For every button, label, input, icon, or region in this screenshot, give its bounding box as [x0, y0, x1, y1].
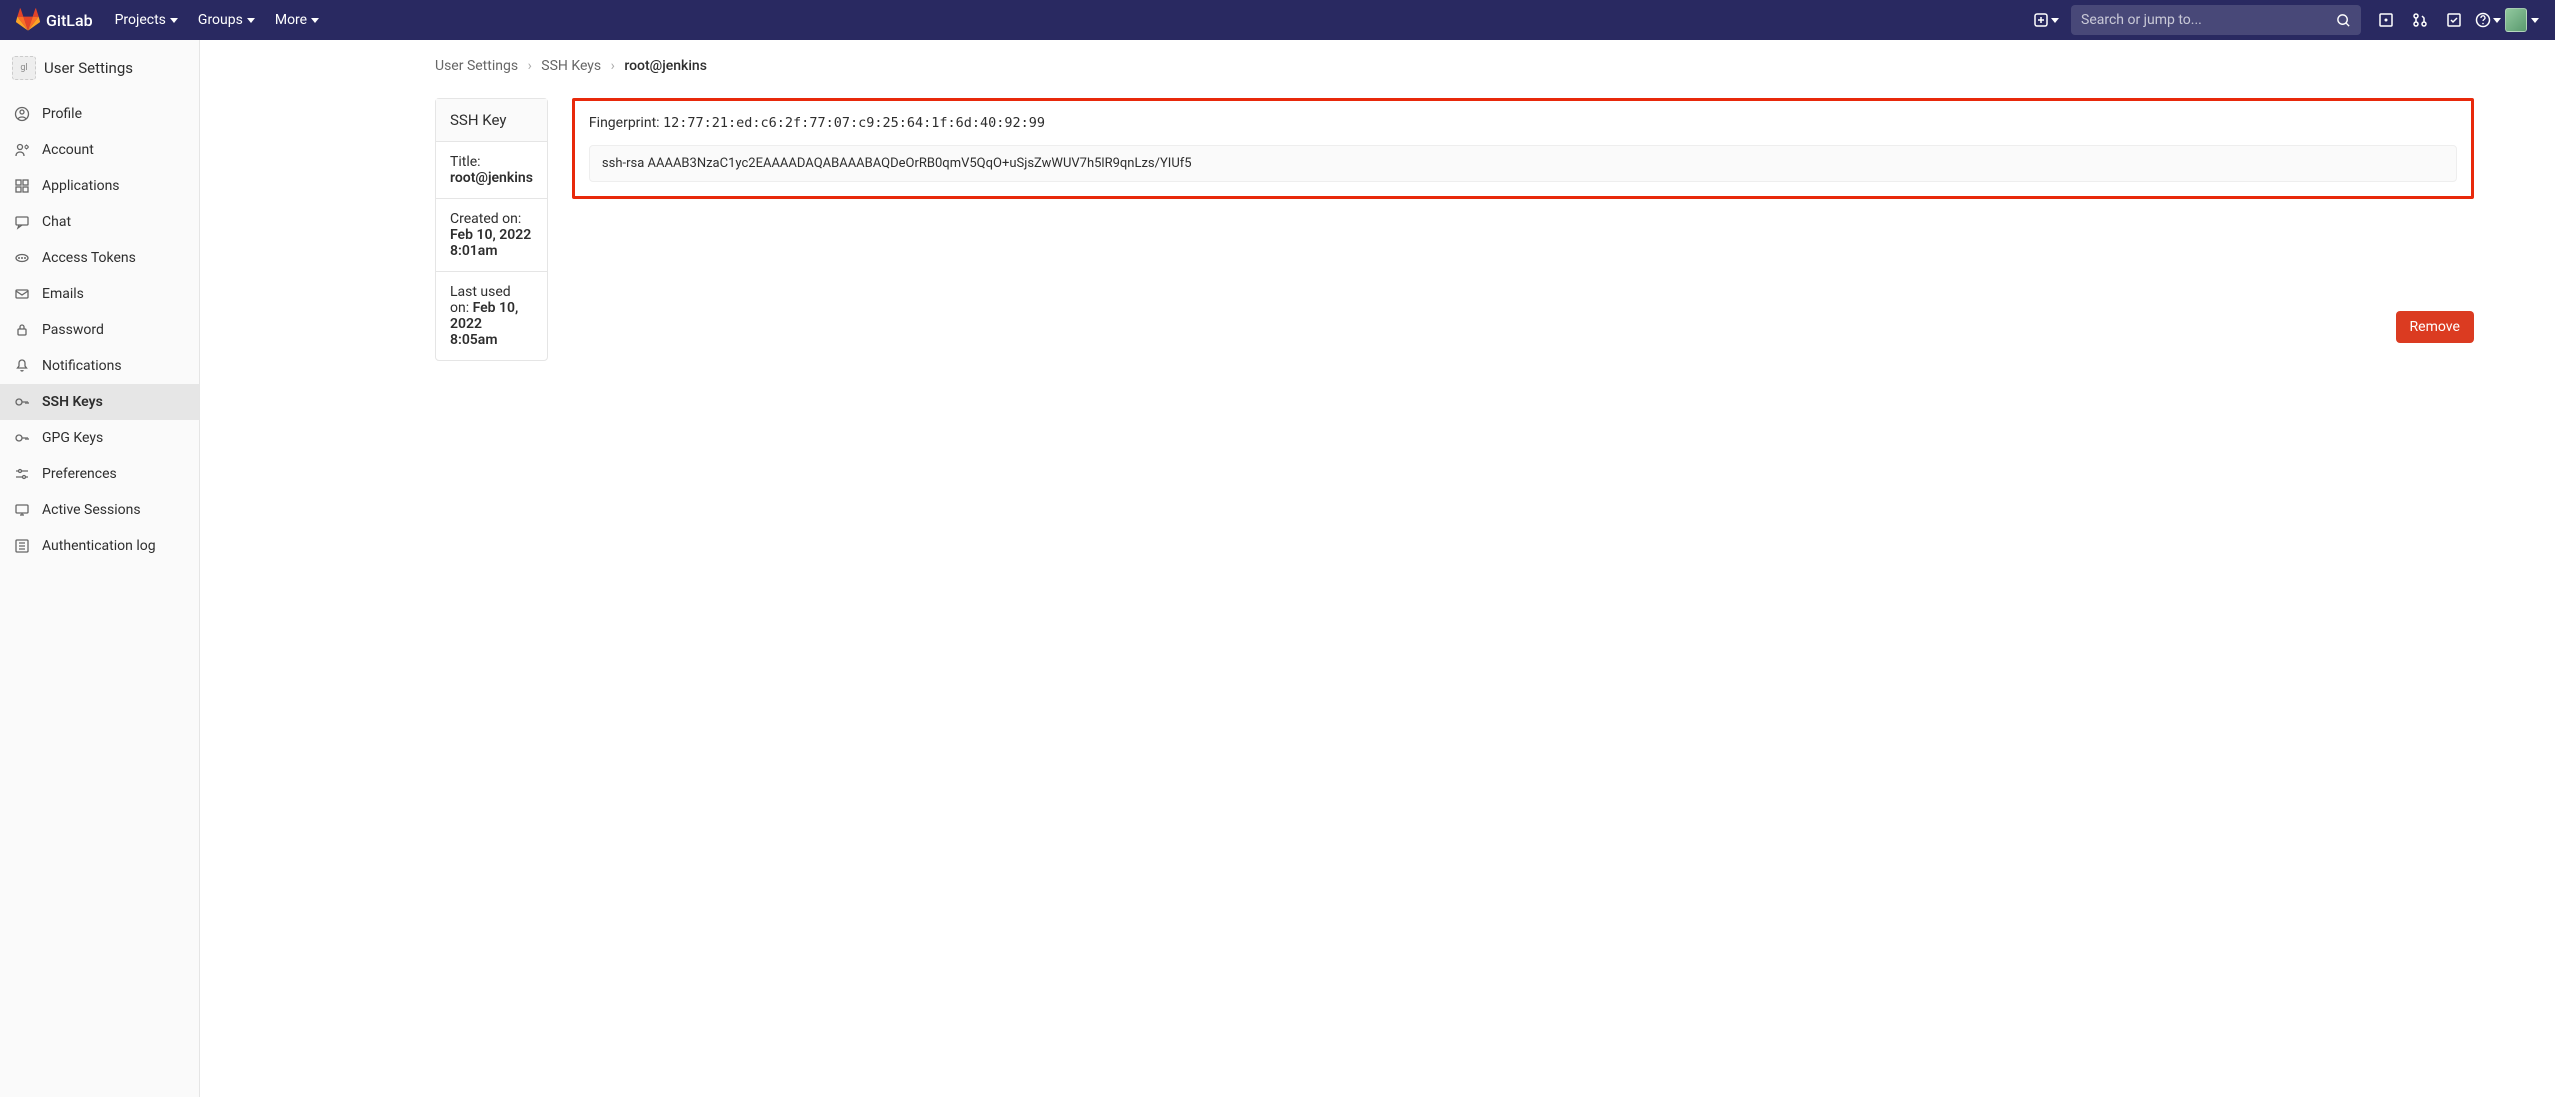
sidebar-item-chat[interactable]: Chat — [0, 204, 199, 240]
bell-icon — [14, 358, 30, 374]
chevron-down-icon — [170, 18, 178, 23]
main-content: User Settings › SSH Keys › root@jenkins … — [200, 40, 2555, 1097]
sidebar-item-label: Account — [42, 142, 94, 158]
brand-text: GitLab — [46, 11, 93, 30]
merge-requests-icon-btn[interactable] — [2403, 0, 2437, 40]
sidebar-item-gpg-keys[interactable]: GPG Keys — [0, 420, 199, 456]
help-menu[interactable] — [2471, 0, 2505, 40]
sidebar: gl User Settings Profile Account Applicati… — [0, 40, 200, 1097]
apps-icon — [14, 178, 30, 194]
monitor-icon — [14, 502, 30, 518]
fingerprint-value: 12:77:21:ed:c6:2f:77:07:c9:25:64:1f:6d:4… — [663, 115, 1045, 131]
sidebar-item-label: Emails — [42, 286, 84, 302]
breadcrumb-link[interactable]: User Settings — [435, 58, 518, 74]
chevron-down-icon — [2531, 18, 2539, 23]
search-input[interactable] — [2081, 12, 2336, 28]
sidebar-item-password[interactable]: Password — [0, 312, 199, 348]
sidebar-item-preferences[interactable]: Preferences — [0, 456, 199, 492]
breadcrumb: User Settings › SSH Keys › root@jenkins — [435, 58, 1385, 74]
list-icon — [14, 538, 30, 554]
sidebar-item-label: GPG Keys — [42, 430, 103, 446]
sidebar-item-label: Preferences — [42, 466, 117, 482]
sidebar-item-ssh-keys[interactable]: SSH Keys — [0, 384, 199, 420]
new-menu[interactable] — [2029, 0, 2063, 40]
help-icon — [2475, 12, 2491, 28]
sidebar-item-label: Notifications — [42, 358, 122, 374]
remove-button[interactable]: Remove — [2396, 311, 2474, 343]
sliders-icon — [14, 466, 30, 482]
sidebar-title: User Settings — [44, 59, 133, 77]
sidebar-avatar-broken: gl — [12, 56, 36, 80]
sidebar-item-access-tokens[interactable]: Access Tokens — [0, 240, 199, 276]
gitlab-icon — [16, 8, 40, 32]
merge-request-icon — [2412, 12, 2428, 28]
mail-icon — [14, 286, 30, 302]
key-icon — [14, 430, 30, 446]
sidebar-item-label: Chat — [42, 214, 71, 230]
sidebar-item-authentication-log[interactable]: Authentication log — [0, 528, 199, 564]
sidebar-item-active-sessions[interactable]: Active Sessions — [0, 492, 199, 528]
card-lastused-row: Last used on: Feb 10, 2022 8:05am — [436, 272, 547, 360]
lock-icon — [14, 322, 30, 338]
highlighted-key-panel: Fingerprint: 12:77:21:ed:c6:2f:77:07:c9:… — [572, 98, 2474, 199]
search-icon — [2336, 13, 2351, 28]
card-header: SSH Key — [436, 99, 547, 142]
nav-more[interactable]: More — [265, 0, 329, 40]
sidebar-item-label: Active Sessions — [42, 502, 141, 518]
nav-groups[interactable]: Groups — [188, 0, 265, 40]
breadcrumb-separator: › — [611, 58, 615, 74]
sidebar-item-label: Authentication log — [42, 538, 156, 554]
sidebar-item-applications[interactable]: Applications — [0, 168, 199, 204]
sidebar-header: gl User Settings — [0, 40, 199, 96]
user-gear-icon — [14, 142, 30, 158]
sidebar-item-label: Password — [42, 322, 104, 338]
sidebar-item-label: SSH Keys — [42, 394, 103, 410]
card-created-row: Created on: Feb 10, 2022 8:01am — [436, 199, 547, 272]
search-field[interactable] — [2071, 5, 2361, 35]
sidebar-item-account[interactable]: Account — [0, 132, 199, 168]
token-icon — [14, 250, 30, 266]
topbar: GitLab Projects Groups More — [0, 0, 2555, 40]
sidebar-item-notifications[interactable]: Notifications — [0, 348, 199, 384]
nav-projects[interactable]: Projects — [105, 0, 188, 40]
plus-icon — [2033, 12, 2049, 28]
card-title-row: Title: root@jenkins — [436, 142, 547, 199]
breadcrumb-link[interactable]: SSH Keys — [541, 58, 601, 74]
chevron-down-icon — [2493, 18, 2501, 23]
sidebar-item-label: Applications — [42, 178, 120, 194]
chevron-down-icon — [2051, 18, 2059, 23]
avatar — [2505, 8, 2527, 32]
sidebar-item-label: Profile — [42, 106, 82, 122]
ssh-key-textbox[interactable]: ssh-rsa AAAAB3NzaC1yc2EAAAADAQABAAABAQDe… — [589, 145, 2457, 182]
todos-icon-btn[interactable] — [2437, 0, 2471, 40]
gitlab-logo[interactable]: GitLab — [16, 8, 93, 32]
breadcrumb-separator: › — [528, 58, 532, 74]
breadcrumb-current: root@jenkins — [624, 58, 707, 74]
sidebar-item-label: Access Tokens — [42, 250, 136, 266]
todos-icon — [2446, 12, 2462, 28]
user-circle-icon — [14, 106, 30, 122]
sidebar-item-profile[interactable]: Profile — [0, 96, 199, 132]
issues-icon — [2378, 12, 2394, 28]
issues-icon-btn[interactable] — [2369, 0, 2403, 40]
user-menu[interactable] — [2505, 0, 2539, 40]
chevron-down-icon — [247, 18, 255, 23]
chat-icon — [14, 214, 30, 230]
ssh-key-card: SSH Key Title: root@jenkins Created on: … — [435, 98, 548, 361]
fingerprint-line: Fingerprint: 12:77:21:ed:c6:2f:77:07:c9:… — [589, 115, 2457, 131]
sidebar-item-emails[interactable]: Emails — [0, 276, 199, 312]
key-icon — [14, 394, 30, 410]
chevron-down-icon — [311, 18, 319, 23]
